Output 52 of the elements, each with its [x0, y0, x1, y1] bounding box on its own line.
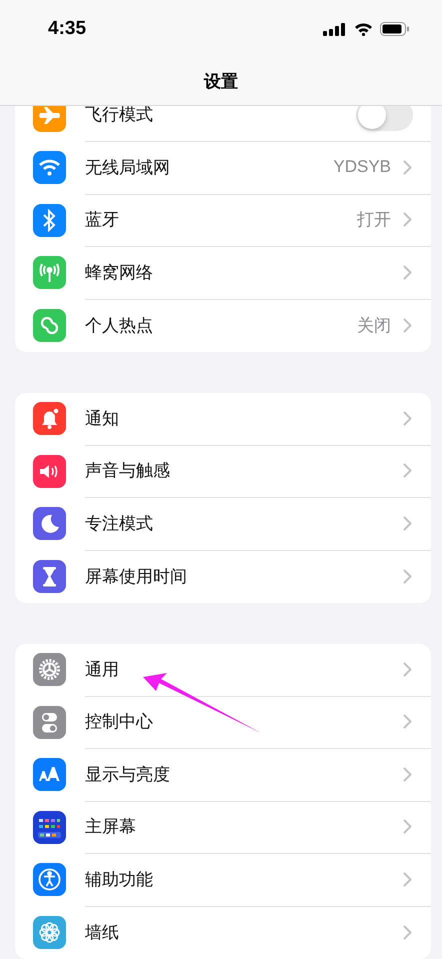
row-label: 显示与亮度 — [85, 764, 171, 786]
row-label: 主屏幕 — [85, 816, 137, 838]
status-time: 4:35 — [48, 18, 86, 40]
settings-row[interactable]: 控制中心 — [15, 696, 431, 748]
row-label: 蓝牙 — [85, 209, 120, 232]
chevron-icon — [403, 872, 412, 887]
row-label: 无线局域网 — [85, 156, 171, 179]
settings-row[interactable]: 蜂窝网络 — [15, 246, 431, 299]
chevron-icon — [403, 264, 412, 280]
settings-row[interactable]: 个人热点 关闭 — [15, 299, 431, 352]
settings-row[interactable]: 专注模式 — [15, 498, 431, 550]
chevron-icon — [403, 714, 412, 730]
row-label: 通知 — [85, 408, 120, 430]
row-label: 控制中心 — [85, 711, 154, 734]
row-label: 通用 — [85, 658, 120, 681]
row-label: 辅助功能 — [85, 868, 154, 891]
chevron-icon — [403, 568, 412, 584]
row-label: 专注模式 — [85, 512, 154, 535]
chevron-icon — [403, 463, 412, 478]
page-title: 设置 — [204, 70, 238, 92]
chevron-icon — [403, 318, 412, 333]
chevron-icon — [403, 212, 412, 228]
settings-row[interactable]: 主屏幕 — [15, 801, 431, 854]
row-label: 个人热点 — [85, 314, 154, 337]
chevron-icon — [403, 819, 412, 834]
chevron-icon — [403, 160, 412, 175]
settings-row[interactable]: 无线局域网 YDSYB — [15, 142, 431, 194]
settings-row[interactable]: 通知 — [15, 392, 431, 445]
toggle-switch[interactable] — [356, 106, 413, 131]
row-label: 声音与触感 — [85, 460, 171, 482]
signal-icon — [323, 22, 347, 36]
row-label: 飞行模式 — [85, 106, 154, 126]
row-value: YDSYB — [333, 157, 391, 178]
row-value: 打开 — [357, 209, 391, 232]
settings-row[interactable]: 屏幕使用时间 — [15, 550, 431, 602]
row-value: 关闭 — [357, 314, 391, 337]
wifi-icon — [354, 22, 373, 36]
settings-row[interactable]: 蓝牙 打开 — [15, 194, 431, 246]
settings-row[interactable]: 显示与亮度 — [15, 748, 431, 801]
chevron-icon — [403, 410, 412, 426]
chevron-icon — [403, 516, 412, 531]
settings-row[interactable]: 飞行模式 — [15, 106, 431, 142]
row-label: 屏幕使用时间 — [85, 566, 188, 588]
settings-row[interactable]: 墙纸 — [15, 906, 431, 958]
row-label: 蜂窝网络 — [85, 262, 154, 284]
battery-icon — [380, 22, 410, 36]
chevron-icon — [403, 662, 412, 677]
settings-row[interactable]: 辅助功能 — [15, 854, 431, 906]
chevron-icon — [403, 924, 412, 940]
row-label: 墙纸 — [85, 922, 120, 944]
settings-row[interactable]: 声音与触感 — [15, 445, 431, 498]
chevron-icon — [403, 766, 412, 782]
